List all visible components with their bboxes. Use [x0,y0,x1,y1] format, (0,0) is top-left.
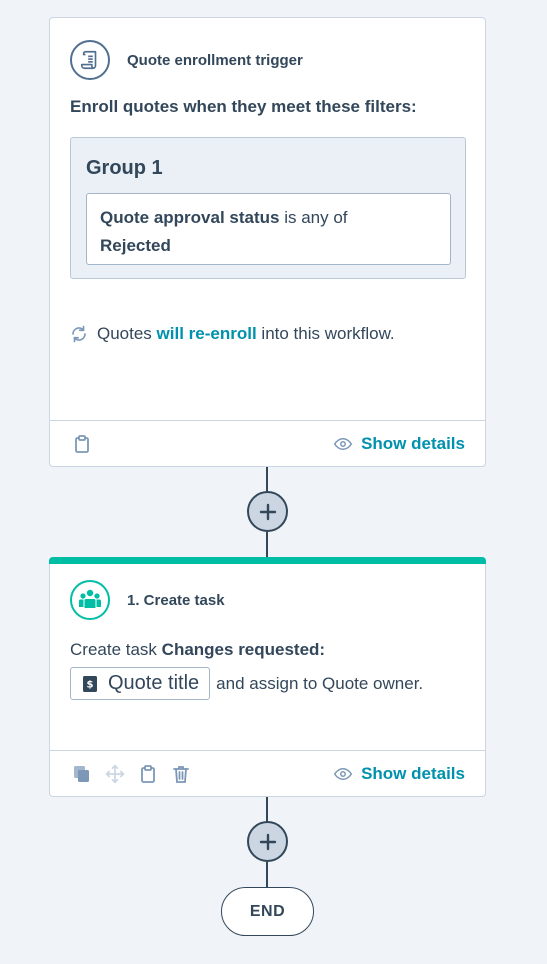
clipboard-icon[interactable] [72,434,92,454]
show-details-button[interactable]: Show details [334,434,465,454]
svg-text:$: $ [87,679,94,690]
add-action-button[interactable] [247,491,288,532]
move-icon[interactable] [105,764,125,784]
copy-icon[interactable] [72,764,92,784]
eye-icon [334,437,353,450]
clipboard-icon[interactable] [138,764,158,784]
people-icon [70,580,110,620]
connector-line [266,532,268,558]
trigger-title: Quote enrollment trigger [127,51,303,69]
show-details-label: Show details [361,763,465,783]
reenroll-link[interactable]: will re-enroll [157,324,257,344]
reenroll-suffix: into this workflow. [261,324,395,343]
filter-group: Group 1 Quote approval status is any of … [70,137,466,279]
quote-title-token[interactable]: $ Quote title [70,667,211,700]
enrollment-trigger-card[interactable]: Quote enrollment trigger Enroll quotes w… [49,17,486,467]
quote-icon: $ [82,675,98,693]
filter-value: Rejected [100,236,171,255]
show-details-label: Show details [361,433,465,453]
action-footer: Show details [50,750,485,796]
plus-icon [259,503,276,520]
task-token-row: $ Quote title and assign to Quote owner. [70,667,423,700]
plus-icon [259,833,276,850]
trigger-footer: Show details [50,420,485,466]
end-node: END [221,887,314,936]
reenroll-info: Quotes will re-enroll into this workflow… [70,324,395,344]
action-title: 1. Create task [127,591,225,609]
add-action-button[interactable] [247,821,288,862]
reenroll-prefix: Quotes [97,324,152,343]
trash-icon[interactable] [171,764,191,784]
connector-line [266,467,268,493]
task-prefix: Create task [70,640,157,659]
filter-property: Quote approval status [100,208,280,227]
connector-line [266,862,268,888]
action-header: 1. Create task [70,580,225,620]
filter-condition[interactable]: Quote approval status is any of Rejected [86,193,451,265]
refresh-icon [70,325,88,343]
token-label: Quote title [108,672,200,694]
action-color-bar [49,557,486,564]
create-task-card[interactable]: 1. Create task Create task Changes reque… [49,557,486,797]
scroll-icon [70,40,110,80]
group-title: Group 1 [86,157,163,179]
show-details-button[interactable]: Show details [334,764,465,784]
connector-line [266,797,268,823]
filters-label: Enroll quotes when they meet these filte… [70,97,417,116]
trigger-header: Quote enrollment trigger [70,40,303,80]
assign-text: and assign to Quote owner. [216,673,424,693]
task-name: Changes requested: [161,640,326,659]
eye-icon [334,767,353,780]
filter-operator: is any of [284,208,348,227]
task-description: Create task Changes requested: [70,640,325,660]
